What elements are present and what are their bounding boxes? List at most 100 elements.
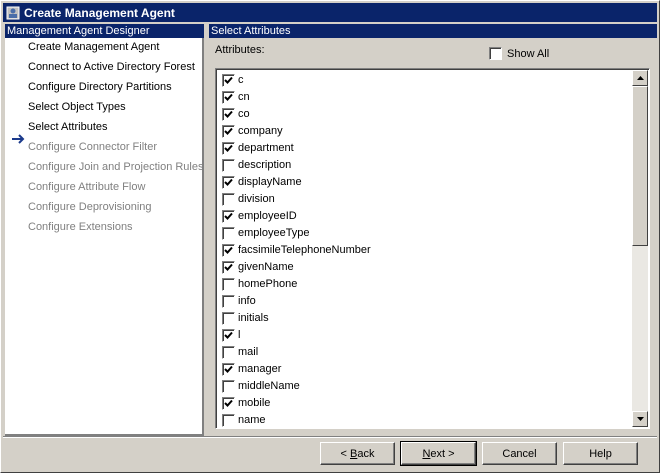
attribute-name: l: [238, 329, 241, 341]
attribute-checkbox[interactable]: [222, 192, 235, 206]
attribute-row[interactable]: co: [222, 106, 250, 122]
attribute-row[interactable]: department: [222, 140, 294, 156]
attribute-row[interactable]: l: [222, 327, 240, 343]
attribute-name: displayName: [238, 176, 302, 188]
attribute-checkbox[interactable]: [222, 328, 235, 342]
checkmark-icon: [224, 365, 233, 373]
checkmark-icon: [224, 399, 233, 407]
scroll-thumb[interactable]: [632, 86, 648, 246]
attribute-name: department: [238, 142, 294, 154]
step-deprovisioning: Configure Deprovisioning: [28, 201, 152, 213]
back-button[interactable]: < Back: [320, 442, 395, 465]
cancel-button[interactable]: Cancel: [482, 442, 557, 465]
attribute-name: info: [238, 295, 256, 307]
attribute-row[interactable]: c: [222, 72, 244, 88]
attribute-row[interactable]: manager: [222, 361, 281, 377]
attribute-name: mail: [238, 346, 259, 358]
attribute-row[interactable]: cn: [222, 89, 250, 105]
attribute-checkbox[interactable]: [222, 243, 235, 257]
attribute-checkbox[interactable]: [222, 260, 235, 274]
attribute-checkbox[interactable]: [222, 277, 235, 291]
attribute-row[interactable]: middleName: [222, 378, 300, 394]
attribute-checkbox[interactable]: [222, 73, 235, 87]
attribute-row[interactable]: employeeID: [222, 208, 297, 224]
attribute-checkbox[interactable]: [222, 175, 235, 189]
wizard-step-list: Create Management Agent Connect to Activ…: [5, 38, 204, 436]
checkmark-icon: [224, 331, 233, 339]
attribute-checkbox[interactable]: [222, 396, 235, 410]
show-all-box[interactable]: [489, 47, 502, 60]
next-button[interactable]: Next >: [400, 441, 477, 466]
attribute-name: description: [238, 159, 292, 171]
attribute-row[interactable]: company: [222, 123, 283, 139]
step-select-attributes[interactable]: Select Attributes: [28, 121, 108, 137]
page-header: Select Attributes: [209, 24, 657, 38]
attribute-checkbox[interactable]: [222, 90, 235, 104]
footer-divider: [3, 436, 657, 438]
checkmark-icon: [224, 76, 233, 84]
attribute-name: facsimileTelephoneNumber: [238, 244, 371, 256]
step-connect-forest[interactable]: Connect to Active Directory Forest: [28, 61, 195, 77]
management-agent-icon: [6, 6, 20, 20]
attribute-name: co: [238, 108, 250, 120]
attribute-name: mobile: [238, 397, 271, 409]
vertical-scrollbar[interactable]: [632, 70, 648, 427]
checkmark-icon: [224, 212, 233, 220]
attribute-row[interactable]: employeeType: [222, 225, 310, 241]
attribute-row[interactable]: info: [222, 293, 256, 309]
attribute-name: employeeType: [238, 227, 310, 239]
step-create-management-agent[interactable]: Create Management Agent: [28, 41, 159, 57]
attribute-checkbox[interactable]: [222, 345, 235, 359]
attribute-checkbox[interactable]: [222, 158, 235, 172]
attribute-checkbox[interactable]: [222, 209, 235, 223]
attribute-checkbox[interactable]: [222, 362, 235, 376]
show-all-label: Show All: [507, 47, 550, 60]
checkmark-icon: [224, 178, 233, 186]
checkmark-icon: [224, 246, 233, 254]
arrow-right-icon: [12, 134, 25, 144]
step-join-projection: Configure Join and Projection Rules: [28, 161, 204, 173]
attribute-name: manager: [238, 363, 282, 375]
wizard-window: Create Management Agent Management Agent…: [0, 0, 660, 473]
attribute-list[interactable]: c cn co company department description display…: [215, 68, 650, 429]
scroll-up-button[interactable]: [632, 70, 648, 86]
attribute-checkbox[interactable]: [222, 413, 235, 427]
attribute-row[interactable]: initials: [222, 310, 269, 326]
attribute-checkbox[interactable]: [222, 141, 235, 155]
checkmark-icon: [224, 144, 233, 152]
attribute-row[interactable]: mail: [222, 344, 258, 360]
attribute-name: givenName: [238, 261, 294, 273]
show-all-checkbox[interactable]: Show All: [489, 47, 549, 60]
step-select-object-types[interactable]: Select Object Types: [28, 101, 126, 117]
attribute-row[interactable]: mobile: [222, 395, 270, 411]
attribute-name: homePhone: [238, 278, 298, 290]
attribute-name: middleName: [238, 380, 300, 392]
checkmark-icon: [224, 110, 233, 118]
step-configure-partitions[interactable]: Configure Directory Partitions: [28, 81, 172, 97]
attribute-checkbox[interactable]: [222, 379, 235, 393]
scroll-down-button[interactable]: [632, 411, 648, 427]
attribute-row[interactable]: description: [222, 157, 291, 173]
attribute-row[interactable]: givenName: [222, 259, 294, 275]
attribute-name: employeeID: [238, 210, 297, 222]
attribute-checkbox[interactable]: [222, 226, 235, 240]
attribute-checkbox[interactable]: [222, 311, 235, 325]
attribute-checkbox[interactable]: [222, 294, 235, 308]
scroll-up-arrow-icon: [636, 76, 644, 80]
attributes-label: Attributes:: [215, 44, 265, 56]
attribute-row[interactable]: name: [222, 412, 266, 428]
attribute-checkbox[interactable]: [222, 107, 235, 121]
attribute-row[interactable]: homePhone: [222, 276, 297, 292]
help-button[interactable]: Help: [563, 442, 638, 465]
step-extensions: Configure Extensions: [28, 221, 133, 233]
title-bar[interactable]: Create Management Agent: [3, 3, 657, 22]
step-connector-filter: Configure Connector Filter: [28, 141, 158, 153]
attribute-name: name: [238, 414, 266, 426]
attribute-row[interactable]: division: [222, 191, 275, 207]
attribute-row[interactable]: displayName: [222, 174, 302, 190]
window-title: Create Management Agent: [24, 5, 175, 20]
attribute-checkbox[interactable]: [222, 124, 235, 138]
attribute-row[interactable]: facsimileTelephoneNumber: [222, 242, 371, 258]
checkmark-icon: [224, 263, 233, 271]
attribute-name: cn: [238, 91, 250, 103]
